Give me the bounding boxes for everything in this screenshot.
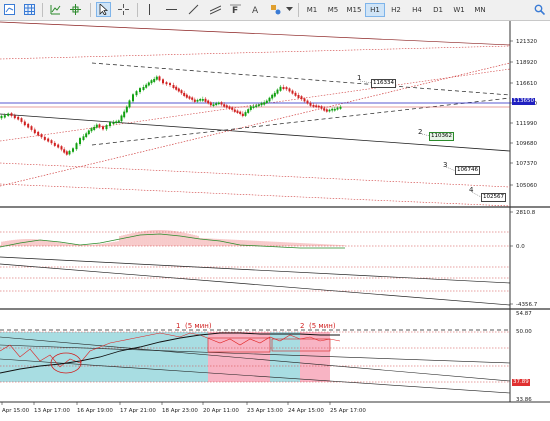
annotation-2-price-tag: 110362 [429,132,454,141]
timeframe-m1-button[interactable]: M1 [302,3,322,17]
timeframe-h1-button[interactable]: H1 [365,3,385,17]
chart-area[interactable]: 1 2 3 4 1 (5 мин) 2 (5 мин) 121320 118920… [0,21,550,421]
price-label: 109680 [516,141,537,147]
rsi-current-value-tag: 37.89 [512,379,530,386]
time-label: 24 Apr 15:00 [288,408,324,414]
time-axis: Apr 15:00 13 Apr 17:00 16 Apr 19:00 17 Apr … [1,402,366,414]
time-label: 13 Apr 17:00 [34,408,70,414]
timeframe-h2-button[interactable]: H2 [386,3,406,17]
crosshair-icon[interactable] [116,2,131,17]
rsi-zone-1-number: 1 [176,322,180,330]
timeframe-d1-button[interactable]: D1 [428,3,448,17]
timeframe-m5-button[interactable]: M5 [323,3,343,17]
timeframe-m15-button[interactable]: M15 [344,3,364,17]
time-label: 16 Apr 19:00 [77,408,113,414]
rsi-zone-2-number: 2 [300,322,304,330]
cursor-icon[interactable] [96,2,111,17]
timeframe-mn-button[interactable]: MN [470,3,490,17]
crosshair-add-icon[interactable] [68,2,83,17]
annotation-1-price-tag: 116334 [371,79,396,88]
rsi-label: 54.87 [516,311,532,317]
vertical-line-icon[interactable] [142,2,157,17]
chart-properties-icon[interactable] [2,2,17,17]
price-label: 111990 [516,121,537,127]
price-label: 121320 [516,39,537,45]
price-axis: 1213201189201166101143001119901096801073… [510,39,538,403]
main-chart-panel[interactable] [0,21,510,207]
price-label: 116610 [516,81,537,87]
rsi-zone-2-text: (5 мин) [309,322,336,330]
grid-icon[interactable] [22,2,37,17]
svg-text:A: A [252,6,259,15]
rsi-pink-zone [208,332,270,382]
trend-line-icon[interactable] [186,2,201,17]
rsi-label: 50.00 [516,329,532,335]
annotation-4-number: 4 [469,186,474,194]
price-label: 105060 [516,183,537,189]
line-chart-icon[interactable] [48,2,63,17]
annotation-2-number: 2 [418,128,422,136]
time-label: 18 Apr 23:00 [162,408,198,414]
price-label: 107370 [516,161,537,167]
annotation-3-number: 3 [443,161,447,169]
macd-label: -4356.7 [516,302,538,308]
timeframe-h4-button[interactable]: H4 [407,3,427,17]
time-label: 25 Apr 17:00 [330,408,366,414]
fibonacci-icon[interactable]: F [228,2,243,17]
annotation-1-number: 1 [357,74,361,82]
channel-icon[interactable] [208,2,223,17]
chart-toolbar: F A M1 M5 M15 H1 H2 H4 D1 W1 MN [0,0,550,21]
macd-label: 2810.8 [516,210,536,216]
search-icon[interactable] [532,2,547,17]
annotation-3-price-tag: 106746 [455,166,480,175]
text-icon[interactable]: A [248,2,263,17]
macd-label: 0.0 [516,244,525,250]
time-label: 23 Apr 13:00 [247,408,283,414]
price-label: 118920 [516,60,537,66]
rsi-zone-1-text: (5 мин) [185,322,212,330]
macd-panel[interactable] [0,208,510,308]
horizontal-line-icon[interactable] [164,2,179,17]
shapes-icon[interactable] [268,2,283,17]
time-label: 20 Apr 11:00 [203,408,239,414]
annotation-4-price-tag: 102567 [481,193,506,202]
timeframe-w1-button[interactable]: W1 [449,3,469,17]
time-label: 17 Apr 21:00 [120,408,156,414]
rsi-label: 33.86 [516,397,532,403]
time-label: Apr 15:00 [2,408,30,414]
dropdown-arrow-icon[interactable] [284,2,294,17]
rsi-blue-zone [270,332,300,382]
rsi-pink-zone [300,332,330,382]
current-price-tag: 113650 [512,98,535,105]
svg-text:F: F [232,6,238,15]
